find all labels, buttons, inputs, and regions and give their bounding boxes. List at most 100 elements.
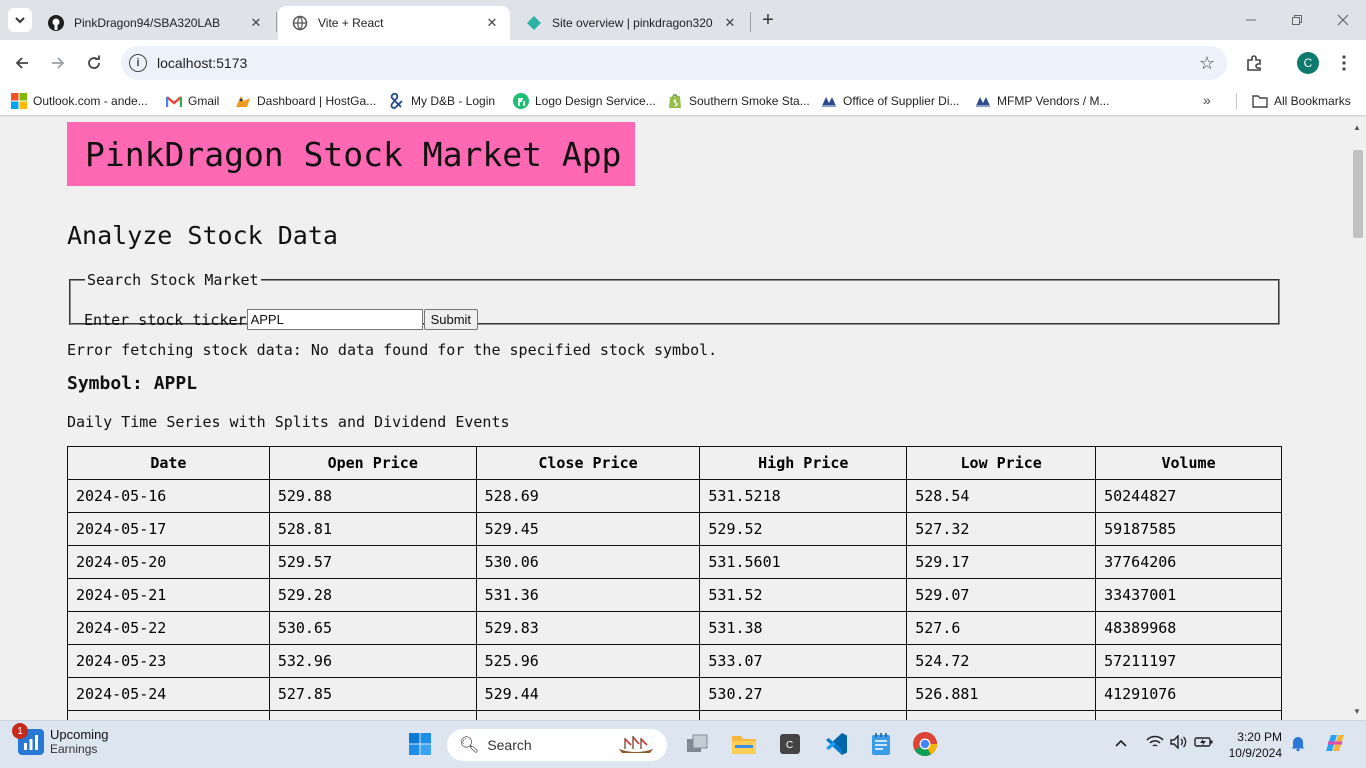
fiverr-icon [513, 93, 529, 109]
close-icon[interactable]: ✕ [722, 15, 738, 31]
close-cell: 525.96 [475, 644, 701, 678]
url-text[interactable]: localhost:5173 [157, 55, 247, 71]
high-cell [699, 710, 908, 720]
low-cell: 524.72 [906, 644, 1097, 678]
bookmark-gmail[interactable]: Gmail [166, 92, 219, 110]
widgets-button[interactable]: 1 Upcoming Earnings [12, 723, 109, 757]
search-row: Enter stock ticker Submit [84, 309, 479, 330]
stocks-widget-icon: 1 [12, 723, 44, 755]
back-button[interactable] [8, 49, 36, 77]
column-header: Close Price [475, 446, 701, 480]
minimize-button[interactable] [1228, 6, 1274, 34]
reload-button[interactable] [80, 49, 108, 77]
browser-tab-strip: PinkDragon94/SBA320LAB ✕ Vite + React ✕ … [0, 0, 1366, 40]
bookmark-supplier-diversity[interactable]: Office of Supplier Di... [821, 92, 960, 110]
bookmark-star-icon[interactable]: ☆ [1199, 53, 1215, 74]
table-row [67, 710, 1282, 720]
table-row: 2024-05-23 532.96 525.96 533.07 524.72 5… [67, 644, 1282, 678]
chevron-up-icon[interactable] [1114, 735, 1128, 751]
reload-icon [88, 55, 100, 69]
gmail-icon [166, 93, 182, 109]
tab-search-button[interactable] [8, 8, 32, 32]
copilot-icon[interactable] [1322, 731, 1348, 758]
close-icon [1337, 14, 1349, 26]
open-cell: 530.65 [268, 611, 477, 645]
restore-button[interactable] [1274, 6, 1320, 34]
high-cell: 531.52 [699, 578, 908, 612]
site-info-icon[interactable]: i [129, 54, 147, 72]
tab-github[interactable]: PinkDragon94/SBA320LAB ✕ [34, 6, 274, 40]
arrow-right-icon [52, 57, 65, 69]
task-view-icon [687, 734, 708, 752]
microsoft-icon [11, 93, 27, 109]
notification-badge: 1 [12, 723, 28, 739]
tab-title: Vite + React [318, 16, 384, 30]
open-cell: 527.85 [268, 677, 477, 711]
bookmark-outlook[interactable]: Outlook.com - ande... [11, 92, 148, 110]
scroll-up-icon[interactable]: ▲ [1353, 123, 1361, 132]
bookmark-mfmp[interactable]: MFMP Vendors / M... [975, 92, 1109, 110]
submit-button[interactable]: Submit [423, 309, 479, 330]
file-explorer-button[interactable] [729, 729, 759, 759]
wifi-icon[interactable] [1146, 735, 1164, 752]
app-header: PinkDragon Stock Market App [67, 122, 635, 186]
high-cell: 531.5218 [699, 479, 908, 513]
all-bookmarks-button[interactable]: All Bookmarks [1252, 92, 1351, 110]
forward-button[interactable] [44, 49, 72, 77]
column-header: High Price [699, 446, 908, 480]
start-button[interactable] [405, 729, 435, 759]
netlify-icon [526, 15, 542, 31]
column-header: Open Price [268, 446, 477, 480]
close-cell: 529.44 [475, 677, 701, 711]
bookmark-logo-design[interactable]: Logo Design Service... [513, 92, 656, 110]
taskbar-search[interactable]: 🔍︎ Search [447, 729, 667, 761]
vscode-button[interactable] [821, 729, 851, 759]
address-bar[interactable]: i localhost:5173 ☆ [121, 46, 1227, 80]
close-icon[interactable]: ✕ [248, 15, 264, 31]
browser-toolbar: i localhost:5173 ☆ C [0, 40, 1366, 86]
app-title: PinkDragon Stock Market App [85, 134, 622, 174]
open-cell: 532.96 [268, 644, 477, 678]
high-cell: 531.38 [699, 611, 908, 645]
chrome-button[interactable] [910, 729, 940, 759]
open-cell: 529.57 [268, 545, 477, 579]
close-icon[interactable]: ✕ [484, 15, 500, 31]
low-cell: 526.881 [906, 677, 1097, 711]
task-view-button[interactable] [682, 729, 712, 759]
close-window-button[interactable] [1320, 6, 1366, 34]
chevron-right-icon[interactable]: » [1203, 92, 1211, 108]
globe-icon [292, 15, 308, 31]
bookmarks-bar: Outlook.com - ande... Gmail Dashboard | … [0, 86, 1366, 116]
system-clock[interactable]: 3:20 PM 10/9/2024 [1226, 729, 1282, 761]
scrollbar-thumb[interactable] [1353, 150, 1363, 238]
chrome-icon [913, 732, 937, 757]
scroll-down-icon[interactable]: ▼ [1353, 707, 1361, 716]
low-cell: 527.32 [906, 512, 1097, 546]
notepad-button[interactable] [866, 729, 896, 759]
notification-bell-icon[interactable] [1290, 735, 1306, 754]
mfmp-icon [975, 93, 991, 109]
low-cell [906, 710, 1097, 720]
low-cell: 529.07 [906, 578, 1097, 612]
volume-icon[interactable] [1170, 734, 1188, 752]
bookmark-hostgator[interactable]: Dashboard | HostGa... [235, 92, 376, 110]
extensions-icon[interactable] [1243, 52, 1265, 74]
bookmark-dnb[interactable]: My D&B - Login [389, 92, 495, 110]
profile-avatar[interactable]: C [1297, 52, 1319, 74]
vscode-icon [826, 733, 847, 755]
clock-date: 10/9/2024 [1228, 746, 1282, 760]
bookmark-southern-smoke[interactable]: Southern Smoke Sta... [667, 92, 810, 110]
new-tab-button[interactable]: + [758, 9, 778, 31]
date-cell [67, 710, 270, 720]
ticker-input[interactable] [246, 309, 423, 330]
tab-vite-react[interactable]: Vite + React ✕ [278, 6, 510, 40]
more-menu-icon[interactable] [1333, 52, 1355, 74]
bookmark-label: Dashboard | HostGa... [257, 94, 377, 108]
page-scrollbar[interactable]: ▲ ▼ [1350, 117, 1366, 720]
taskbar: 1 Upcoming Earnings 🔍︎ Search C 3:20 PM … [0, 720, 1366, 768]
c-app-button[interactable]: C [775, 729, 805, 759]
table-row: 2024-05-16 529.88 528.69 531.5218 528.54… [67, 479, 1282, 513]
table-row: 2024-05-20 529.57 530.06 531.5601 529.17… [67, 545, 1282, 579]
battery-icon[interactable] [1194, 735, 1214, 752]
tab-netlify[interactable]: Site overview | pinkdragon320 | ✕ [512, 6, 748, 40]
